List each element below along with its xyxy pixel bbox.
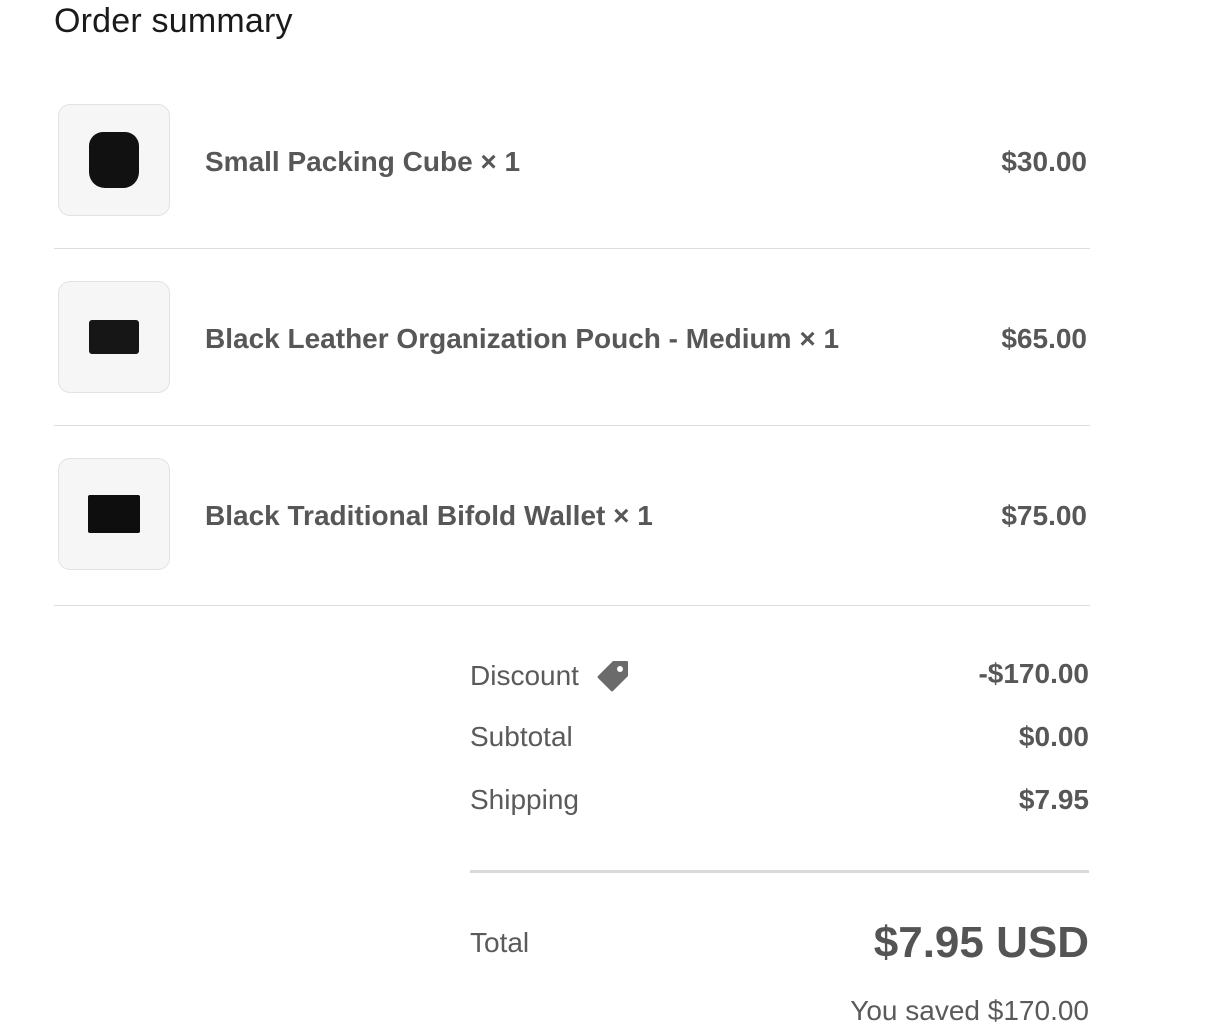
total-divider [470,870,1089,873]
total-label: Total [470,927,530,958]
subtotal-label: Subtotal [470,721,573,752]
total-value: $7.95 USD [873,918,1089,967]
subtotal-row: Subtotal $0.00 [470,713,1089,776]
bifold-wallet-image [88,495,140,533]
line-item-name: Black Traditional Bifold Wallet × 1 [205,500,653,531]
tag-icon [595,658,631,694]
discount-label-group: Discount [470,658,631,694]
line-item-name: Small Packing Cube × 1 [205,146,521,177]
shipping-row: Shipping $7.95 [470,776,1089,839]
line-item-price: $30.00 [1001,146,1087,177]
line-item-price: $75.00 [1001,500,1087,531]
discount-value: -$170.00 [978,658,1089,689]
leather-pouch-image [89,320,139,354]
discount-row: Discount -$170.00 [470,650,1089,713]
shipping-label: Shipping [470,784,579,815]
product-thumbnail-leather-pouch [58,281,170,393]
line-items-list: Small Packing Cube × 1 $30.00 Black Leat… [54,72,1090,606]
product-thumbnail-packing-cube [58,104,170,216]
product-thumbnail-bifold-wallet [58,458,170,570]
cost-summary: Discount -$170.00 Subtotal $0.00 Shippin… [470,650,1089,839]
line-item-name: Black Leather Organization Pouch - Mediu… [205,323,840,354]
line-item-price: $65.00 [1001,323,1087,354]
discount-label: Discount [470,660,579,691]
subtotal-value: $0.00 [1018,721,1089,752]
packing-cube-image [89,132,139,188]
line-item: Small Packing Cube × 1 $30.00 [54,72,1090,249]
line-item: Black Traditional Bifold Wallet × 1 $75.… [54,426,1090,606]
savings-text: You saved $170.00 [850,995,1089,1026]
line-item: Black Leather Organization Pouch - Mediu… [54,249,1090,426]
shipping-value: $7.95 [1018,784,1089,815]
order-summary-page: Order summary Small Packing Cube × 1 $30… [0,0,1210,1033]
page-title: Order summary [54,2,293,40]
